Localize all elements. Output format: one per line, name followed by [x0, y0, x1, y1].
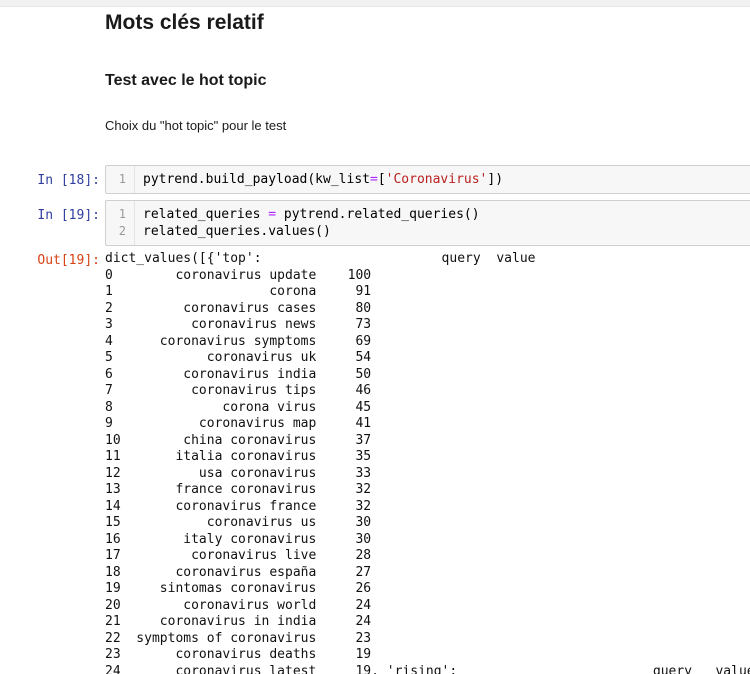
- code-line[interactable]: related_queries = pytrend.related_querie…: [143, 206, 750, 223]
- output-text: dict_values([{'top': query value 0 coron…: [105, 251, 750, 674]
- code-line[interactable]: related_queries.values(): [143, 223, 750, 240]
- line-number: 2: [106, 223, 134, 240]
- top-divider: [0, 0, 750, 7]
- code-line[interactable]: pytrend.build_payload(kw_list=['Coronavi…: [143, 171, 750, 188]
- code-cell-18: In [18]: 1 pytrend.build_payload(kw_list…: [0, 165, 750, 194]
- output-cell-19: Out[19]: dict_values([{'top': query valu…: [0, 251, 750, 674]
- input-prompt-19: In [19]:: [0, 200, 100, 224]
- line-number-gutter: 1: [106, 166, 135, 193]
- code-editor-18[interactable]: 1 pytrend.build_payload(kw_list=['Corona…: [105, 165, 750, 194]
- input-prompt-18: In [18]:: [0, 165, 100, 189]
- code-cell-19: In [19]: 12 related_queries = pytrend.re…: [0, 200, 750, 246]
- line-number-gutter: 12: [106, 201, 135, 245]
- code-lines[interactable]: pytrend.build_payload(kw_list=['Coronavi…: [135, 166, 750, 193]
- output-prompt-19: Out[19]:: [0, 251, 100, 269]
- notebook-page: Mots clés relatif Test avec le hot topic…: [0, 11, 750, 674]
- code-editor-19[interactable]: 12 related_queries = pytrend.related_que…: [105, 200, 750, 246]
- page-title: Mots clés relatif: [105, 11, 750, 35]
- line-number: 1: [106, 206, 134, 223]
- line-number: 1: [106, 171, 134, 188]
- section-title: Test avec le hot topic: [105, 72, 750, 90]
- description-text: Choix du "hot topic" pour le test: [105, 118, 750, 133]
- code-lines[interactable]: related_queries = pytrend.related_querie…: [135, 201, 750, 245]
